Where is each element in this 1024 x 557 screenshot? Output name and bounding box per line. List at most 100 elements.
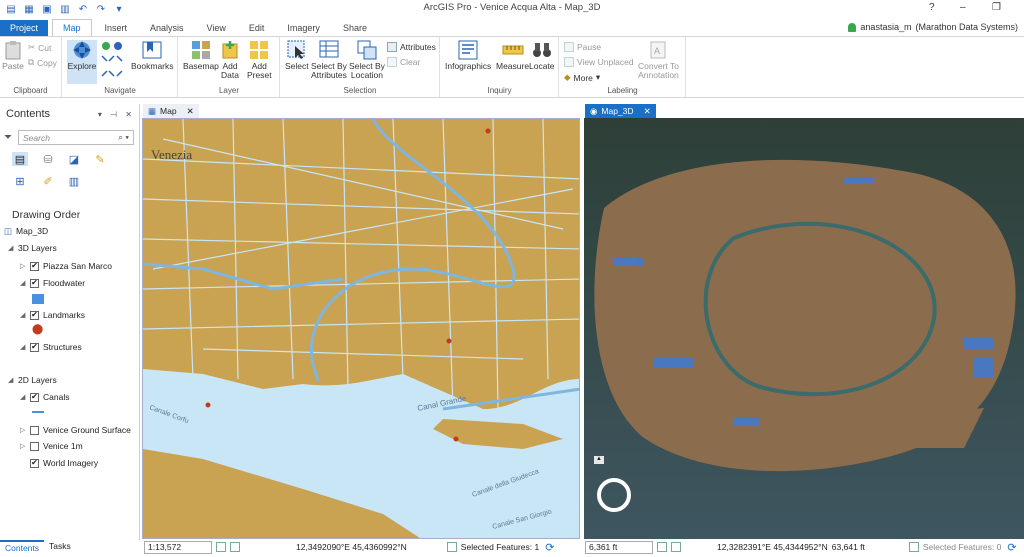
tab-contents[interactable]: Contents — [0, 540, 45, 554]
undo-icon[interactable]: ↶ — [76, 3, 90, 15]
cut-button[interactable]: ✂ Cut — [28, 42, 51, 53]
redo-icon[interactable]: ↷ — [94, 3, 108, 15]
landmark-pin[interactable] — [453, 436, 459, 442]
list-by-charts-icon[interactable]: ▥ — [66, 174, 82, 188]
layer-row-world-imagery[interactable]: ✔ World Imagery — [20, 456, 98, 470]
pause-button[interactable]: Pause — [564, 42, 601, 52]
layer-row-ground-surface[interactable]: ▷ Venice Ground Surface — [20, 423, 131, 437]
collapse-icon[interactable]: ◢ — [20, 393, 28, 401]
attributes-button[interactable]: Attributes — [387, 42, 436, 52]
map-node[interactable]: ◫ Map_3D — [4, 224, 48, 238]
customize-dropdown-icon[interactable]: ▾ — [112, 3, 126, 15]
refresh-icon[interactable]: ⟳ — [545, 541, 554, 554]
map3d-view-tab[interactable]: ◉ Map_3D ✕ — [585, 104, 656, 118]
search-input[interactable]: Search ⌕ ▾ — [18, 130, 134, 145]
layer-row-venice-1m[interactable]: ▷ Venice 1m — [20, 439, 83, 453]
scale-selector[interactable]: 1:13,572 — [144, 540, 212, 554]
select-by-attributes-button[interactable]: Select By Attributes — [311, 40, 347, 80]
pane-controls[interactable]: ▾ ⊣ ✕ — [98, 110, 135, 119]
layer-row-floodwater[interactable]: ◢ ✔ Floodwater — [20, 276, 85, 290]
open-project-icon[interactable]: ▤ — [4, 3, 18, 15]
more-labeling-button[interactable]: ◆ More ▾ — [564, 72, 600, 83]
measure-button[interactable]: Measure — [496, 40, 529, 71]
map-view-tab[interactable]: ▦ Map ✕ — [143, 104, 199, 118]
close-icon[interactable]: ✕ — [187, 106, 194, 117]
bookmarks-button[interactable]: Bookmarks — [131, 40, 174, 71]
snapping-icon[interactable] — [230, 542, 240, 552]
select-button[interactable]: Select — [285, 40, 309, 71]
collapse-icon[interactable]: ◢ — [20, 279, 28, 287]
paste-button[interactable]: Paste — [2, 40, 24, 71]
altitude-selector[interactable]: 6,361 ft — [585, 540, 653, 554]
layer-row-canals[interactable]: ◢ ✔ Canals — [20, 390, 69, 404]
map-3d-view[interactable]: ▲ — [584, 118, 1024, 539]
tab-edit[interactable]: Edit — [239, 20, 275, 36]
snapping-icon[interactable] — [671, 542, 681, 552]
list-by-drawing-order-icon[interactable]: ▤ — [12, 152, 28, 166]
map-2d-canvas[interactable]: Venezia Canal Grande Canale Corfu Canale… — [143, 119, 580, 539]
section-3d-layers[interactable]: ◢ 3D Layers — [8, 241, 57, 255]
layer-row-piazza[interactable]: ▷ ✔ Piazza San Marco — [20, 259, 112, 273]
help-button[interactable]: ? — [929, 2, 935, 13]
infographics-button[interactable]: Infographics — [445, 40, 491, 71]
expand-navigator-icon[interactable]: ▲ — [594, 456, 604, 464]
layer-checkbox[interactable]: ✔ — [30, 310, 39, 320]
layer-checkbox[interactable]: ✔ — [30, 342, 39, 352]
canal-line-symbol[interactable] — [32, 411, 44, 413]
layer-row-landmarks[interactable]: ◢ ✔ Landmarks — [20, 308, 85, 322]
layer-checkbox[interactable]: ✔ — [30, 278, 39, 288]
print-icon[interactable]: ▥ — [58, 3, 72, 15]
list-by-labeling-icon[interactable]: ✐ — [40, 174, 56, 188]
tab-insert[interactable]: Insert — [95, 20, 138, 36]
select-by-location-button[interactable]: Select By Location — [349, 40, 385, 80]
map-2d-view[interactable]: Venezia Canal Grande Canale Corfu Canale… — [142, 118, 580, 539]
landmark-pin-symbol[interactable]: ⬤ — [32, 324, 43, 335]
list-by-editing-icon[interactable]: ✎ — [92, 152, 108, 166]
tab-tasks[interactable]: Tasks — [44, 540, 76, 554]
tab-share[interactable]: Share — [333, 20, 377, 36]
user-account[interactable]: anastasia_m (Marathon Data Systems) — [848, 22, 1018, 32]
search-icon[interactable]: ⌕ ▾ — [118, 132, 129, 143]
selection-toggle-icon[interactable] — [908, 542, 919, 552]
convert-to-annotation-button[interactable]: A Convert To Annotation — [638, 40, 679, 80]
locate-button[interactable]: Locate — [529, 40, 555, 71]
new-project-icon[interactable]: ▦ — [22, 3, 36, 15]
tab-project[interactable]: Project — [0, 20, 48, 36]
layer-row-structures[interactable]: ◢ ✔ Structures — [20, 340, 82, 354]
clear-selection-button[interactable]: Clear — [387, 57, 420, 67]
expand-icon[interactable]: ▷ — [20, 442, 28, 450]
expand-icon[interactable]: ▷ — [20, 262, 28, 270]
expand-icon[interactable]: ▷ — [20, 426, 28, 434]
collapse-icon[interactable]: ◢ — [20, 311, 28, 319]
restore-button[interactable]: ❐ — [992, 2, 1001, 13]
minimize-button[interactable]: – — [960, 2, 966, 13]
basemap-button[interactable]: Basemap — [183, 40, 219, 71]
landmark-pin[interactable] — [446, 338, 452, 344]
floodwater-symbol[interactable] — [32, 294, 44, 304]
landmark-pin[interactable] — [485, 128, 491, 134]
add-data-button[interactable]: Add Data — [219, 40, 241, 80]
view-unplaced-button[interactable]: View Unplaced — [564, 57, 634, 67]
explore-button[interactable]: Explore — [67, 40, 97, 84]
navigator-control-icon[interactable] — [597, 478, 631, 512]
map-3d-canvas[interactable] — [584, 118, 1024, 539]
tab-map[interactable]: Map — [52, 19, 92, 36]
tab-analysis[interactable]: Analysis — [140, 20, 194, 36]
layer-checkbox[interactable]: ✔ — [30, 458, 39, 468]
section-2d-layers[interactable]: ◢ 2D Layers — [8, 373, 57, 387]
landmark-pin[interactable] — [205, 402, 211, 408]
zoom-out-icon[interactable] — [101, 67, 129, 77]
refresh-icon[interactable]: ⟳ — [1007, 541, 1016, 554]
add-preset-button[interactable]: Add Preset — [247, 40, 272, 80]
zoom-in-icon[interactable] — [101, 55, 129, 65]
layer-checkbox[interactable] — [30, 441, 39, 451]
filter-icon[interactable]: ⏷ — [4, 132, 12, 143]
list-by-source-icon[interactable]: ⛁ — [40, 152, 56, 166]
tab-imagery[interactable]: Imagery — [277, 20, 330, 36]
save-icon[interactable]: ▣ — [40, 3, 54, 15]
layer-checkbox[interactable]: ✔ — [30, 261, 39, 271]
coordinate-format-icon[interactable] — [657, 542, 667, 552]
close-icon[interactable]: ✕ — [644, 106, 651, 117]
collapse-icon[interactable]: ◢ — [20, 343, 28, 351]
copy-button[interactable]: ⧉ Copy — [28, 57, 57, 68]
